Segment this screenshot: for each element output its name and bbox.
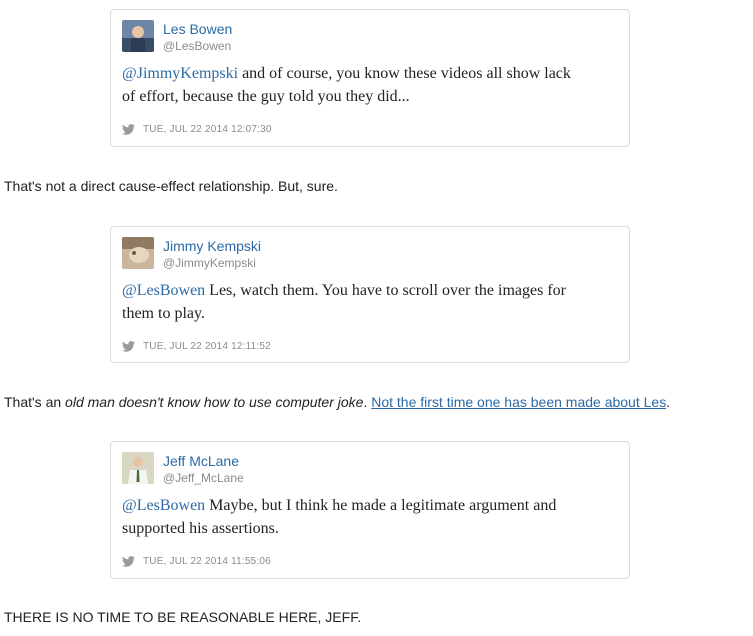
author-name[interactable]: Jimmy Kempski [163,238,261,254]
tweet-text: @LesBowen Maybe, but I think he made a l… [122,494,611,540]
paragraph-2: That's an old man doesn't know how to us… [4,394,670,410]
tweet-meta: TUE, JUL 22 2014 11:55:06 [122,556,271,567]
not-first-time-link[interactable]: Not the first time one has been made abo… [371,394,666,410]
twitter-bird-icon [122,556,135,567]
tweet-text-line1: and of course, you know these videos all… [238,65,571,82]
paragraph-2-end: . [666,394,671,410]
twitter-bird-icon [122,124,135,135]
tweet-text: @JimmyKempski and of course, you know th… [122,62,611,108]
paragraph-1: That's not a direct cause-effect relatio… [4,178,338,194]
paragraph-2-start: That's an [4,394,66,410]
author-name[interactable]: Les Bowen [163,21,232,37]
tweet-text-line1: Maybe, but I think he made a legitimate … [205,497,557,514]
mention-link[interactable]: @LesBowen [122,282,205,299]
author-name[interactable]: Jeff McLane [163,453,239,469]
tweet-card-jeff-mclane: Jeff McLane @Jeff_McLane @LesBowen Maybe… [110,441,630,579]
mention-link[interactable]: @JimmyKempski [122,65,238,82]
twitter-bird-icon [122,341,135,352]
tweet-meta: TUE, JUL 22 2014 12:07:30 [122,124,272,135]
author-handle[interactable]: @JimmyKempski [163,256,256,270]
tweet-timestamp[interactable]: TUE, JUL 22 2014 12:07:30 [143,124,272,135]
tweet-text: @LesBowen Les, watch them. You have to s… [122,279,611,325]
paragraph-3: THERE IS NO TIME TO BE REASONABLE HERE, … [4,609,362,625]
tweet-text-line2: of effort, because the guy told you they… [122,88,410,105]
tweet-card-jimmy-kempski: Jimmy Kempski @JimmyKempski @LesBowen Le… [110,226,630,363]
tweet-card-les-bowen: Les Bowen @LesBowen @JimmyKempski and of… [110,9,630,147]
paragraph-2-emphasis: old man doesn't know how to use computer… [65,394,364,410]
avatar[interactable] [122,452,154,484]
avatar[interactable] [122,237,154,269]
avatar[interactable] [122,20,154,52]
tweet-text-line1: Les, watch them. You have to scroll over… [205,282,566,299]
tweet-text-line2: them to play. [122,305,205,322]
mention-link[interactable]: @LesBowen [122,497,205,514]
tweet-timestamp[interactable]: TUE, JUL 22 2014 12:11:52 [143,341,271,352]
author-handle[interactable]: @Jeff_McLane [163,471,244,485]
tweet-meta: TUE, JUL 22 2014 12:11:52 [122,341,271,352]
tweet-text-line2: supported his assertions. [122,520,279,537]
tweet-timestamp[interactable]: TUE, JUL 22 2014 11:55:06 [143,556,271,567]
author-handle[interactable]: @LesBowen [163,39,231,53]
